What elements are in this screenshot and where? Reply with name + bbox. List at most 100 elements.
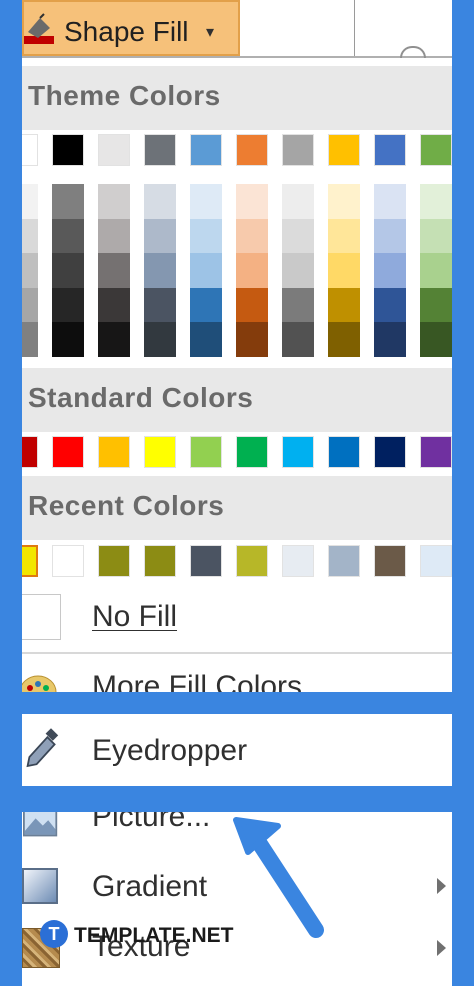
theme-shade-swatch[interactable] [374,218,406,254]
theme-shade-swatch[interactable] [420,184,452,219]
standard-color-swatch[interactable] [374,436,406,468]
theme-shade-swatch[interactable] [22,287,38,323]
theme-shade-swatch[interactable] [144,287,176,323]
theme-color-swatch[interactable] [282,134,314,166]
standard-color-swatch[interactable] [98,436,130,468]
eyedropper-item[interactable]: Eyedropper [22,720,452,782]
theme-shade-swatch[interactable] [374,253,406,289]
theme-shade-swatch[interactable] [190,184,222,219]
no-fill-label: No Fill [92,600,178,633]
theme-shade-swatch[interactable] [420,253,452,289]
standard-color-swatch[interactable] [22,436,38,468]
theme-shade-swatch[interactable] [328,184,360,219]
theme-shade-swatch[interactable] [190,287,222,323]
picture-item[interactable]: Picture... [22,812,452,856]
theme-shade-swatch[interactable] [282,218,314,254]
theme-shade-swatch[interactable] [236,253,268,289]
theme-shade-swatch[interactable] [52,287,84,323]
theme-shade-swatch[interactable] [374,287,406,323]
recent-color-swatch[interactable] [236,545,268,577]
palette-icon [22,675,57,692]
picture-icon [23,812,58,837]
recent-color-swatch[interactable] [98,545,130,577]
theme-shade-swatch[interactable] [190,218,222,254]
ribbon-toolbar: Shape Fill ▾ [22,0,452,58]
recent-color-swatch[interactable] [22,545,38,577]
recent-color-swatch[interactable] [374,545,406,577]
theme-shade-swatch[interactable] [328,218,360,254]
theme-shade-swatch[interactable] [98,218,130,254]
theme-shade-swatch[interactable] [374,322,406,358]
theme-shade-swatch[interactable] [374,184,406,219]
theme-shade-swatch[interactable] [52,253,84,289]
theme-shade-swatch[interactable] [144,218,176,254]
theme-shade-swatch[interactable] [282,287,314,323]
standard-color-swatch[interactable] [144,436,176,468]
theme-shade-swatch[interactable] [52,322,84,358]
theme-shade-swatch[interactable] [144,184,176,219]
theme-shade-swatch[interactable] [328,253,360,289]
theme-shade-swatch[interactable] [420,287,452,323]
theme-shade-swatch[interactable] [236,322,268,358]
theme-shade-swatch[interactable] [22,218,38,254]
theme-shade-swatch[interactable] [52,218,84,254]
theme-color-swatch[interactable] [98,134,130,166]
theme-colors-header: Theme Colors [22,66,452,130]
theme-shade-swatch[interactable] [144,322,176,358]
gradient-item[interactable]: Gradient [22,856,452,918]
no-fill-item[interactable]: No Fill [22,590,452,652]
standard-color-swatch[interactable] [420,436,452,468]
theme-color-swatch[interactable] [52,134,84,166]
chevron-down-icon[interactable]: ▾ [206,22,214,42]
theme-shade-swatch[interactable] [328,287,360,323]
theme-shade-swatch[interactable] [144,253,176,289]
theme-shade-swatch[interactable] [190,253,222,289]
theme-color-swatch[interactable] [420,134,452,166]
shape-fill-button[interactable]: Shape Fill ▾ [22,0,240,56]
more-fill-colors-item[interactable]: More Fill Colors... [22,656,452,692]
recent-colors-title: Recent Colors [28,490,225,521]
fill-options-panel: Picture... Gradient Texture [22,812,452,986]
recent-color-swatch[interactable] [52,545,84,577]
toolbar-cell [354,0,452,56]
standard-color-swatch[interactable] [190,436,222,468]
theme-shade-swatch[interactable] [98,287,130,323]
standard-color-swatch[interactable] [328,436,360,468]
theme-color-swatch[interactable] [22,134,38,166]
theme-color-swatch[interactable] [374,134,406,166]
theme-shade-swatch[interactable] [328,322,360,358]
recent-color-swatch[interactable] [190,545,222,577]
theme-shade-swatch[interactable] [282,184,314,219]
theme-shade-swatch[interactable] [236,287,268,323]
theme-shade-swatch[interactable] [22,322,38,358]
recent-color-swatch[interactable] [328,545,360,577]
more-fill-colors-label: More Fill Colors... [92,670,328,692]
theme-shade-swatch[interactable] [52,184,84,219]
theme-shade-swatch[interactable] [98,184,130,219]
theme-shade-swatch[interactable] [22,253,38,289]
recent-color-swatch[interactable] [420,545,452,577]
no-fill-swatch [22,594,61,640]
recent-color-swatch[interactable] [144,545,176,577]
theme-color-swatch[interactable] [328,134,360,166]
theme-color-swatch[interactable] [236,134,268,166]
theme-shade-swatch[interactable] [98,253,130,289]
theme-shade-swatch[interactable] [282,322,314,358]
theme-shade-swatch[interactable] [282,253,314,289]
theme-color-swatch[interactable] [144,134,176,166]
theme-shade-swatch[interactable] [420,218,452,254]
theme-shade-swatch[interactable] [22,184,38,219]
frame-gap-2 [0,786,474,812]
theme-shade-swatch[interactable] [236,184,268,219]
theme-shade-swatch[interactable] [236,218,268,254]
theme-shade-swatch[interactable] [420,322,452,358]
standard-color-swatch[interactable] [236,436,268,468]
recent-colors-header: Recent Colors [22,476,452,540]
theme-shade-swatch[interactable] [98,322,130,358]
recent-color-swatch[interactable] [282,545,314,577]
standard-color-swatch[interactable] [282,436,314,468]
standard-color-swatch[interactable] [52,436,84,468]
theme-color-swatch[interactable] [190,134,222,166]
theme-colors-title: Theme Colors [28,80,221,111]
theme-shade-swatch[interactable] [190,322,222,358]
